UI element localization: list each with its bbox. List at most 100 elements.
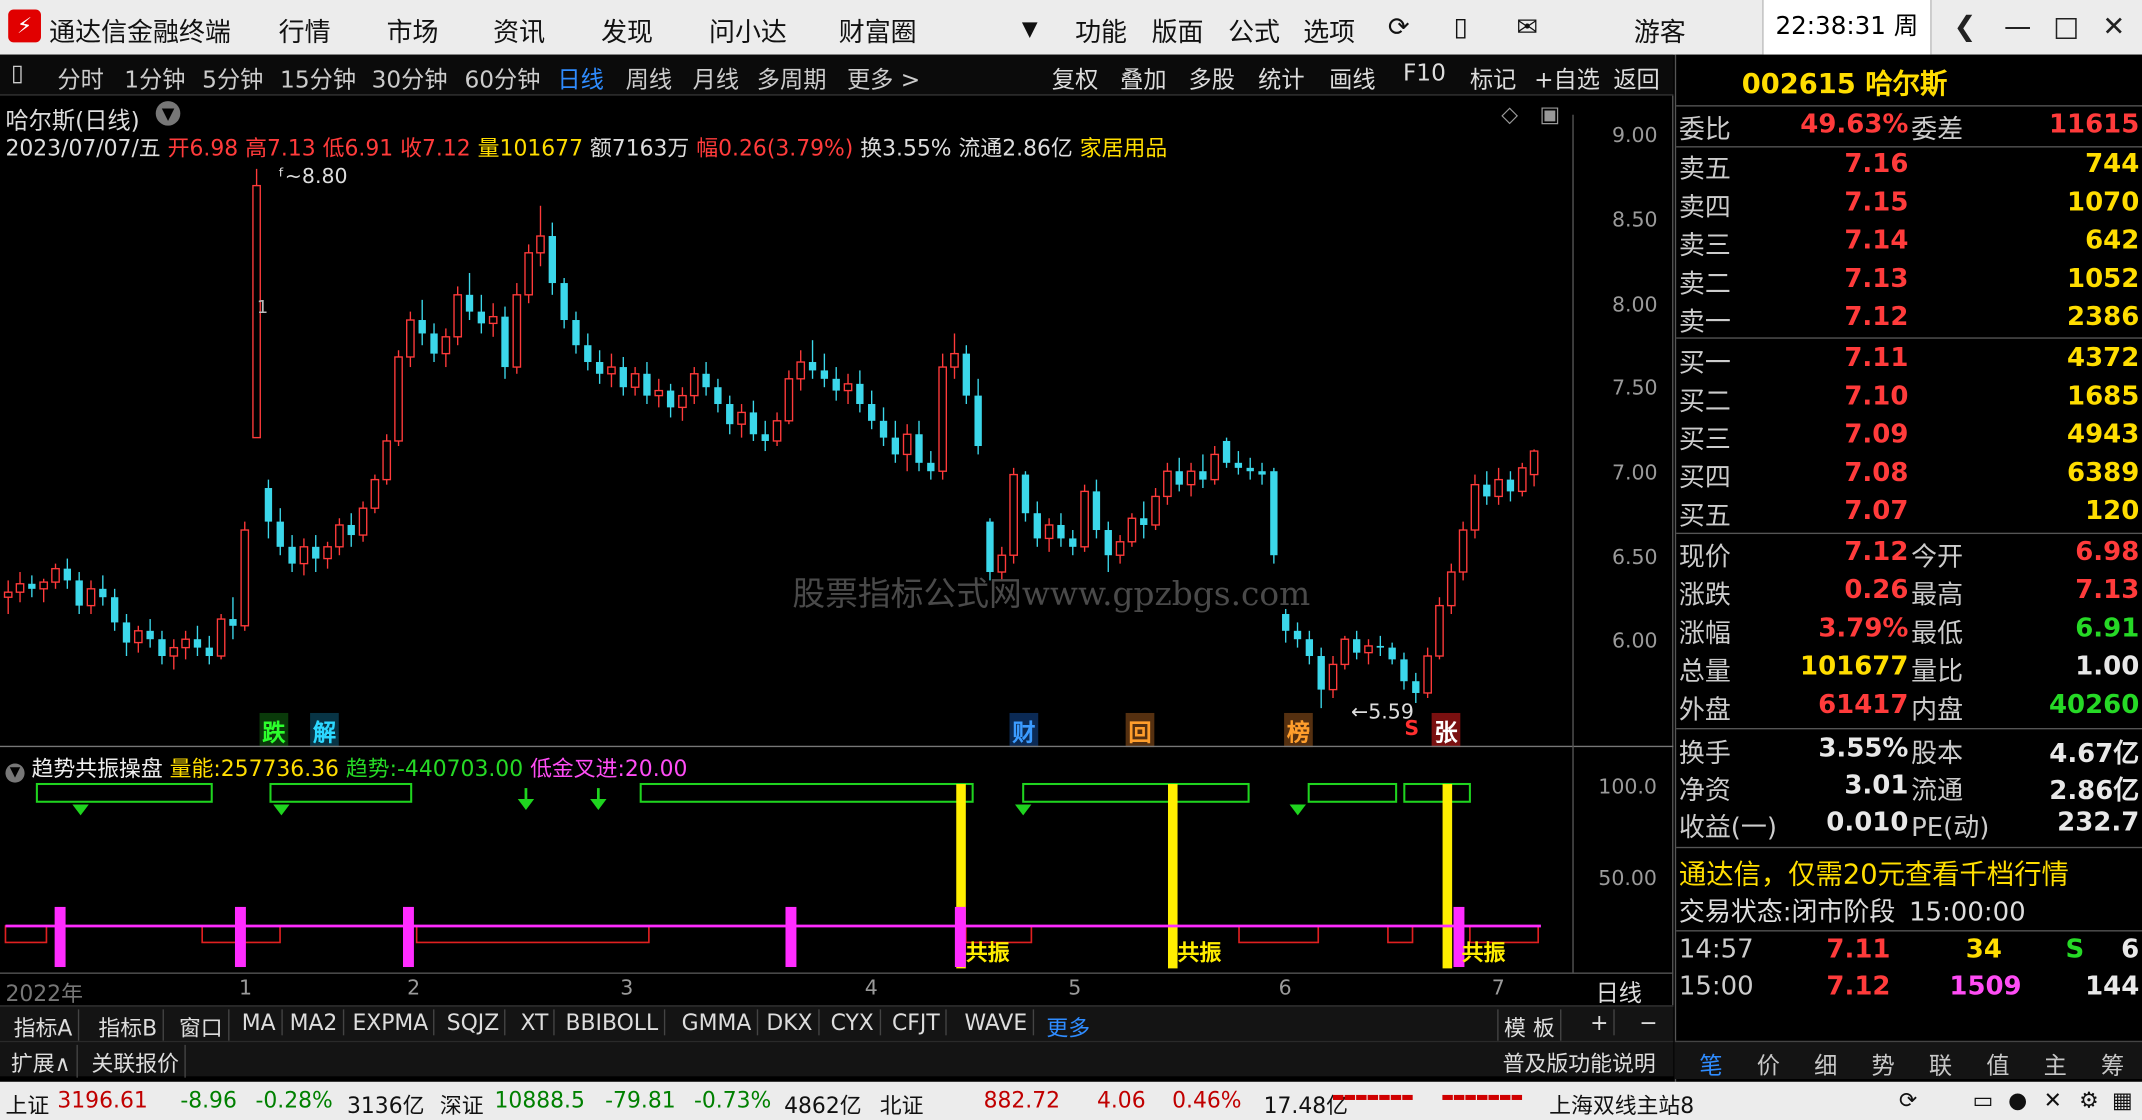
- candle-body: [1376, 645, 1384, 648]
- period-tab[interactable]: 15分钟: [280, 60, 356, 94]
- grid-icon[interactable]: ▦: [2112, 1087, 2133, 1113]
- template-button[interactable]: 模 板: [1497, 1009, 1562, 1043]
- minimize-icon[interactable]: —: [2004, 10, 2031, 43]
- period-tab[interactable]: 1分钟: [124, 60, 185, 94]
- menu-item[interactable]: 版面: [1152, 12, 1204, 49]
- tab-indicator-a[interactable]: 指标A: [8, 1009, 80, 1043]
- quote-tab[interactable]: 价: [1757, 1046, 1780, 1080]
- bulb-icon[interactable]: ●: [2008, 1087, 2027, 1113]
- window-icon[interactable]: ▭: [1973, 1087, 1994, 1113]
- tab-indicator-b[interactable]: 指标B: [93, 1009, 164, 1043]
- candle: [1021, 471, 1030, 522]
- candle-body: [312, 546, 320, 559]
- candle-body: [193, 639, 202, 648]
- period-tab-more[interactable]: 更多 >: [847, 60, 920, 94]
- menu-item[interactable]: 功能: [1075, 12, 1127, 49]
- menu-item[interactable]: 发现: [601, 12, 653, 49]
- refresh-icon[interactable]: ⟳: [1388, 12, 1410, 42]
- related-quotes-button[interactable]: 关联报价: [86, 1044, 186, 1078]
- period-tab-active[interactable]: 日线: [557, 60, 603, 94]
- date-tick: 2: [407, 975, 421, 1000]
- candle-body: [169, 646, 179, 657]
- tool-button[interactable]: 返回: [1613, 60, 1659, 94]
- quote-tab[interactable]: 联: [1929, 1046, 1952, 1080]
- tool-button[interactable]: 统计: [1258, 60, 1304, 94]
- tab-sqjz[interactable]: SQJZ: [441, 1009, 507, 1036]
- extension-bar: 扩展∧ 关联报价 普及版功能说明: [0, 1040, 1674, 1078]
- tab-xt[interactable]: XT: [515, 1009, 556, 1036]
- tool-button[interactable]: F10: [1403, 60, 1446, 87]
- candle-body: [1246, 467, 1254, 472]
- quote-tab[interactable]: 细: [1814, 1046, 1837, 1080]
- candle: [1175, 457, 1183, 492]
- remove-button[interactable]: −: [1634, 1009, 1663, 1035]
- quote-tab[interactable]: 势: [1872, 1046, 1895, 1080]
- candle: [1293, 622, 1302, 648]
- tab-window[interactable]: 窗口: [173, 1009, 230, 1043]
- period-tab[interactable]: 30分钟: [372, 60, 448, 94]
- candle: [1352, 630, 1361, 660]
- period-tab[interactable]: 60分钟: [464, 60, 540, 94]
- tab-more[interactable]: 更多: [1041, 1009, 1096, 1042]
- tab-expma[interactable]: EXPMA: [347, 1009, 436, 1036]
- tab-dkx[interactable]: DKX: [761, 1009, 820, 1036]
- indicator-chart[interactable]: [0, 746, 1571, 973]
- promo-link[interactable]: 通达信，仅需20元查看千档行情: [1679, 852, 2069, 892]
- layout-icon[interactable]: ▯: [11, 60, 24, 87]
- period-tab[interactable]: 分时: [57, 60, 103, 94]
- menu-item[interactable]: 财富圈: [839, 12, 917, 49]
- chart-area[interactable]: 哈尔斯(日线) ▼ ◇ ▣ 2023/07/07/五 开6.98 高7.13 低…: [0, 95, 1674, 1008]
- period-tab[interactable]: 5分钟: [202, 60, 263, 94]
- help-link[interactable]: 普及版功能说明: [1497, 1045, 1661, 1078]
- candle: [86, 580, 96, 615]
- gear-icon[interactable]: ⚙: [2079, 1087, 2099, 1113]
- menu-item[interactable]: 行情: [279, 12, 331, 49]
- dropdown-icon[interactable]: ▼: [1022, 16, 1038, 41]
- sync-icon[interactable]: ⟳: [1899, 1087, 1917, 1113]
- tool-button[interactable]: 标记: [1470, 60, 1516, 94]
- tools-icon[interactable]: ✕: [2044, 1087, 2062, 1113]
- maximize-icon[interactable]: □: [2053, 10, 2079, 43]
- add-button[interactable]: +: [1585, 1009, 1616, 1036]
- server-name[interactable]: 上海双线主站8: [1549, 1087, 1694, 1120]
- tool-button[interactable]: 画线: [1329, 60, 1375, 94]
- candle-body: [51, 567, 60, 583]
- tab-cfjt[interactable]: CFJT: [887, 1009, 947, 1036]
- tab-cyx[interactable]: CYX: [825, 1009, 881, 1036]
- menu-item[interactable]: 选项: [1303, 12, 1355, 49]
- candle: [358, 501, 368, 542]
- period-indicator[interactable]: 日线: [1596, 974, 1642, 1008]
- expand-button[interactable]: 扩展∧: [5, 1044, 78, 1078]
- user-label[interactable]: 游客: [1634, 12, 1686, 49]
- stat-value: 3.01: [1844, 770, 1909, 801]
- period-tab[interactable]: 周线: [626, 60, 672, 94]
- menu-item[interactable]: 资讯: [493, 12, 545, 49]
- tab-bbiboll[interactable]: BBIBOLL: [560, 1009, 665, 1036]
- menu-item[interactable]: 市场: [387, 12, 439, 49]
- back-icon[interactable]: ❮: [1953, 10, 1976, 43]
- buy-row: 买五 7.07 120: [1676, 496, 2142, 534]
- tab-gmma[interactable]: GMMA: [676, 1009, 759, 1036]
- menu-item[interactable]: 问小达: [709, 12, 787, 49]
- close-icon[interactable]: ✕: [2102, 10, 2125, 43]
- candle-body: [761, 434, 769, 441]
- mail-icon[interactable]: ✉: [1516, 12, 1538, 42]
- tool-button[interactable]: 叠加: [1120, 60, 1166, 94]
- quote-tab[interactable]: 主: [2044, 1046, 2067, 1080]
- menu-item[interactable]: 公式: [1228, 12, 1280, 49]
- candle-body: [772, 420, 782, 442]
- tab-ma[interactable]: MA: [236, 1009, 283, 1036]
- stat-label: 量比: [1911, 656, 1964, 688]
- tab-wave[interactable]: WAVE: [959, 1009, 1035, 1036]
- period-tab[interactable]: 月线: [693, 60, 739, 94]
- phone-icon[interactable]: ▯: [1453, 12, 1467, 42]
- tool-button[interactable]: +自选: [1534, 60, 1600, 94]
- period-tab[interactable]: 多周期: [757, 60, 827, 94]
- quote-tab[interactable]: 值: [1986, 1046, 2009, 1080]
- quote-tab[interactable]: 筹: [2101, 1046, 2124, 1080]
- quote-tab[interactable]: 笔: [1699, 1046, 1722, 1080]
- tab-ma2[interactable]: MA2: [284, 1009, 345, 1036]
- kline-chart[interactable]: [0, 96, 1571, 746]
- tool-button[interactable]: 多股: [1188, 60, 1234, 94]
- tool-button[interactable]: 复权: [1052, 60, 1098, 94]
